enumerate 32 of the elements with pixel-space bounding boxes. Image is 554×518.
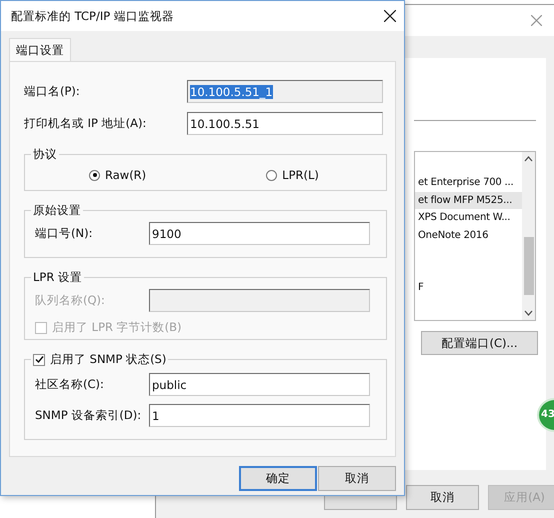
input-field[interactable]: 10.100.5.51 (187, 112, 383, 135)
field-label: 打印机名或 IP 地址(A): (24, 116, 148, 131)
close-icon[interactable] (384, 10, 396, 22)
tab[interactable]: 端口设置 (9, 38, 71, 61)
group-title: LPR 设置 (32, 270, 83, 285)
scrollbar-thumb[interactable] (524, 237, 534, 295)
input-field[interactable]: 9100 (149, 222, 370, 245)
field-label: SNMP 设备索引(D): (35, 408, 142, 423)
printer-list[interactable]: et Enterprise 700 ... et flow MFP M525... XPS Document W... OneNote 2016 F (414, 151, 536, 321)
dialog-button[interactable]: 取消 (318, 466, 396, 491)
radio-option[interactable]: Raw(R) (89, 168, 146, 182)
check-icon (34, 355, 44, 364)
dialog-button[interactable]: 取消 (406, 485, 479, 510)
input-field[interactable]: 1 (149, 404, 370, 427)
printer-item[interactable]: F (418, 282, 424, 293)
field-label: 端口号(N): (35, 226, 94, 241)
printer-item[interactable]: et Enterprise 700 ... (418, 177, 514, 188)
dialog-button[interactable]: 确定 (239, 466, 317, 491)
input-field[interactable]: 10.100.5.51_1 (187, 80, 383, 103)
field-label: 社区名称(C): (35, 377, 105, 392)
radio-option[interactable]: LPR(L) (266, 168, 319, 182)
input-field[interactable]: public (149, 373, 370, 396)
group-title: 原始设置 (32, 203, 82, 218)
field-label: 队列名称(Q): (35, 293, 106, 308)
printer-item[interactable]: OneNote 2016 (418, 230, 488, 240)
configure-port-button[interactable]: 配置端口(C)... (421, 331, 538, 355)
checkbox[interactable]: 启用了 SNMP 状态(S) (33, 352, 166, 367)
field-label: 端口名(P): (24, 84, 81, 99)
scrollbar[interactable] (522, 152, 535, 320)
printer-item[interactable]: XPS Document W... (418, 212, 510, 223)
window-title: 配置标准的 TCP/IP 端口监视器 (11, 8, 174, 24)
group-title: 协议 (32, 147, 58, 162)
